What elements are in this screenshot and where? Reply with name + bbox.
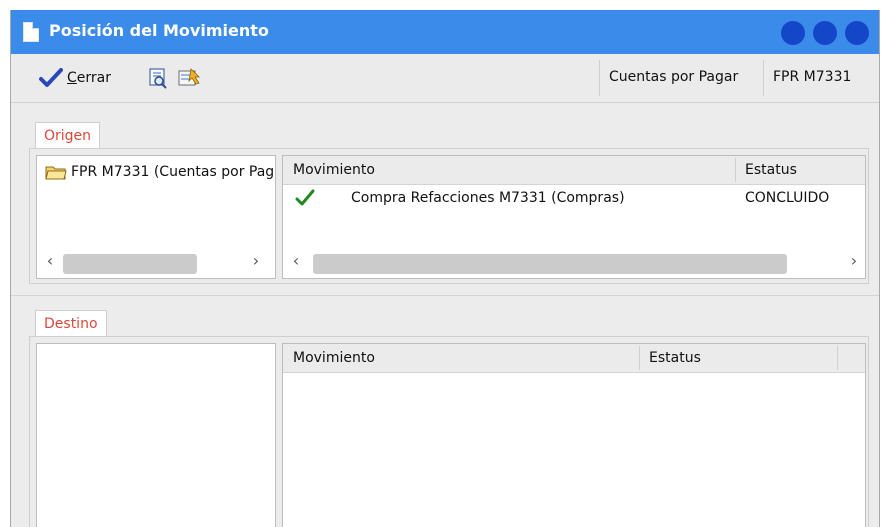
toolbar-separator (763, 60, 764, 96)
origen-frame: FPR M7331 (Cuentas por Pagar) ‹ › Movimi… (29, 148, 869, 284)
destino-grid-header: Movimiento Estatus (283, 344, 865, 373)
toolbar-separator (599, 60, 600, 96)
window-close-button[interactable] (845, 21, 869, 45)
column-header-movimiento[interactable]: Movimiento (283, 344, 639, 372)
row-estatus: CONCLUIDO (745, 190, 830, 206)
origen-grid-header: Movimiento Estatus (283, 156, 865, 185)
scroll-right-icon[interactable]: › (847, 252, 861, 270)
properties-button[interactable] (177, 64, 201, 92)
origen-tree-hscrollbar[interactable]: ‹ › (37, 248, 275, 274)
title-bar: Posición del Movimiento (11, 10, 879, 54)
tab-destino[interactable]: Destino (35, 310, 107, 336)
scroll-left-icon[interactable]: ‹ (289, 252, 303, 270)
origen-grid-hscrollbar[interactable]: ‹ › (283, 248, 865, 274)
document-icon (23, 22, 39, 42)
column-separator (837, 346, 838, 370)
folder-icon (45, 166, 67, 180)
scroll-left-icon[interactable]: ‹ (43, 252, 57, 270)
context-document-label: FPR M7331 (773, 69, 852, 85)
table-row[interactable]: Compra Refacciones M7331 (Compras) CONCL… (283, 186, 865, 210)
toolbar: Cerrar Cuentas por Pagar FPR M7331 (11, 54, 879, 103)
scroll-right-icon[interactable]: › (249, 252, 263, 270)
properties-icon (178, 68, 200, 86)
tree-item-document[interactable]: FPR M7331 (Cuentas por Pagar) (45, 164, 276, 180)
window-title: Posición del Movimiento (49, 21, 269, 40)
section-divider (11, 295, 879, 296)
window-minimize-button[interactable] (781, 21, 805, 45)
preview-document-icon (149, 68, 167, 89)
destino-tree-panel (36, 343, 276, 527)
movement-position-window: Posición del Movimiento Cerrar Cuentas p… (10, 10, 880, 527)
tree-item-label: FPR M7331 (Cuentas por Pagar) (71, 164, 276, 180)
preview-button[interactable] (147, 64, 169, 92)
close-button[interactable]: Cerrar (39, 64, 111, 92)
tab-origen[interactable]: Origen (35, 122, 101, 148)
destino-grid-panel: Movimiento Estatus (282, 343, 866, 527)
column-header-movimiento[interactable]: Movimiento (283, 156, 735, 184)
context-module-label: Cuentas por Pagar (609, 69, 739, 85)
origen-tree-panel: FPR M7331 (Cuentas por Pagar) ‹ › (36, 155, 276, 279)
close-button-label: Cerrar (67, 70, 111, 86)
row-movimiento: Compra Refacciones M7331 (Compras) (351, 190, 625, 206)
scroll-thumb[interactable] (313, 254, 787, 274)
origen-grid-panel: Movimiento Estatus Compra Refacciones M7… (282, 155, 866, 279)
scroll-thumb[interactable] (63, 254, 197, 274)
column-header-estatus[interactable]: Estatus (639, 344, 837, 372)
green-check-icon (295, 189, 315, 206)
column-header-estatus[interactable]: Estatus (735, 156, 865, 184)
window-maximize-button[interactable] (813, 21, 837, 45)
checkmark-icon (39, 68, 63, 87)
destino-frame: Movimiento Estatus (29, 336, 869, 527)
